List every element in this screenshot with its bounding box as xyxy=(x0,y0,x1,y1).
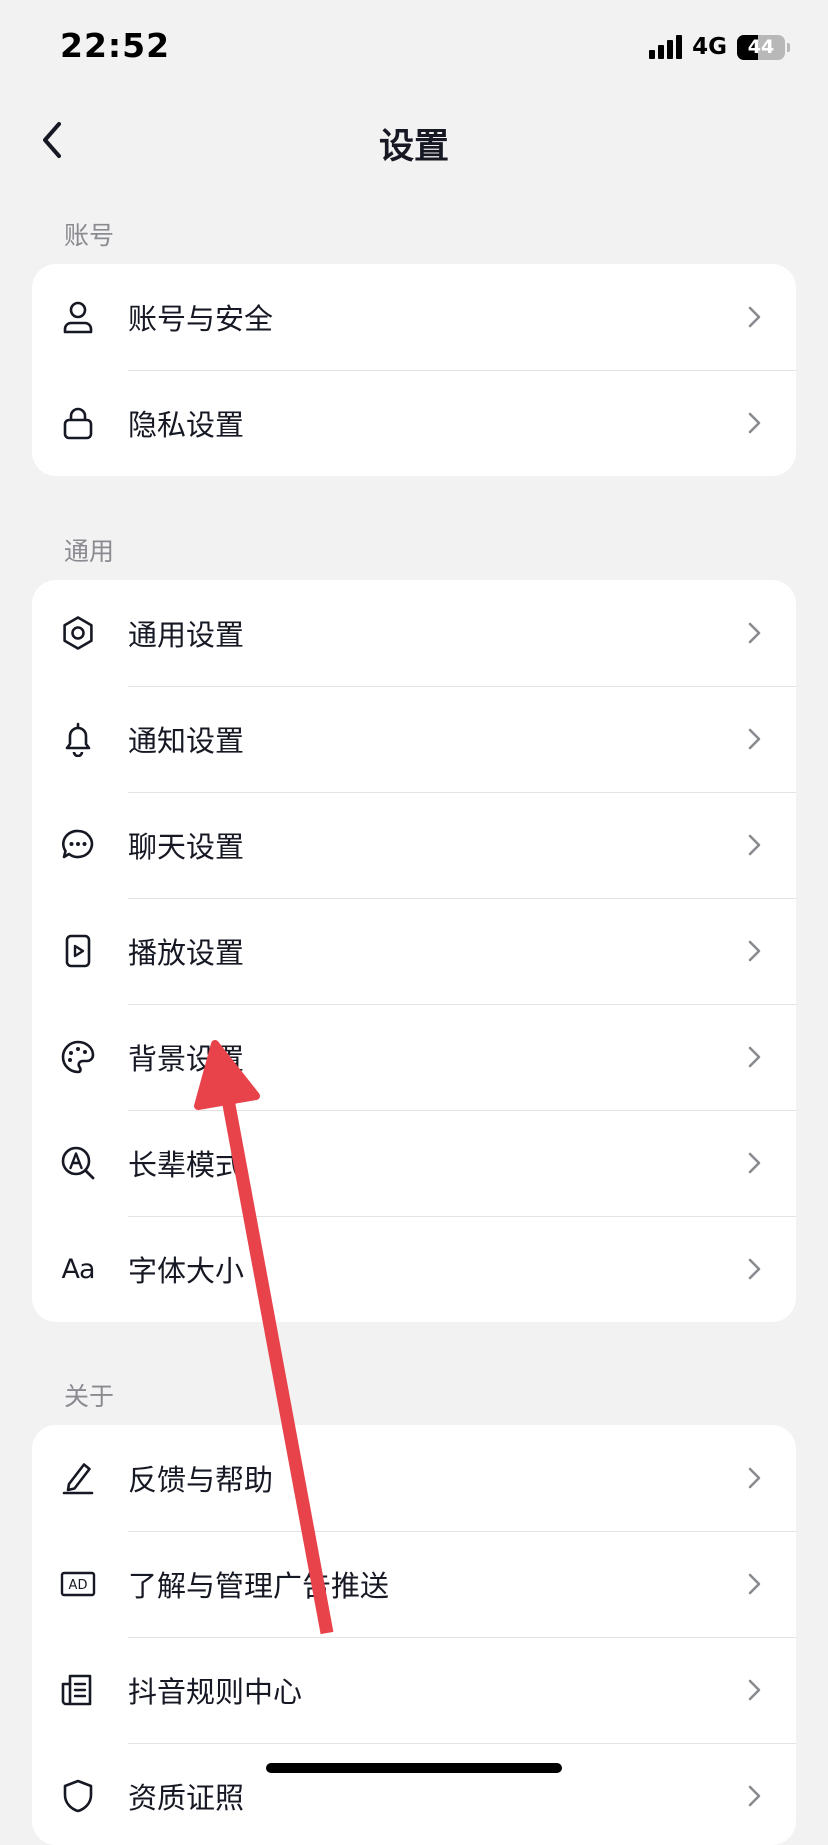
elder-mode-icon xyxy=(60,1145,96,1181)
settings-row-elder-mode[interactable]: 长辈模式 xyxy=(32,1110,796,1216)
settings-row-rules-center[interactable]: 抖音规则中心 xyxy=(32,1637,796,1743)
settings-row-label: 字体大小 xyxy=(128,1254,245,1288)
chevron-right-icon xyxy=(748,306,761,328)
settings-row-feedback[interactable]: 反馈与帮助 xyxy=(32,1425,796,1531)
chevron-right-icon xyxy=(748,1573,761,1595)
chat-bubble-icon xyxy=(60,827,96,863)
chevron-right-icon xyxy=(748,1046,761,1068)
chevron-right-icon xyxy=(748,834,761,856)
section-header-account: 账号 xyxy=(64,221,115,250)
settings-row-label: 通知设置 xyxy=(128,724,245,758)
settings-row-chat[interactable]: 聊天设置 xyxy=(32,792,796,898)
signal-icon xyxy=(649,35,683,59)
home-indicator xyxy=(266,1763,562,1773)
section-header-general: 通用 xyxy=(64,537,115,566)
settings-row-label: 资质证照 xyxy=(128,1781,245,1815)
chevron-right-icon xyxy=(748,1679,761,1701)
chevron-right-icon xyxy=(748,412,761,434)
chevron-right-icon xyxy=(748,1152,761,1174)
pencil-icon xyxy=(60,1460,96,1496)
general-card: 通用设置 通知设置 聊天设置 播放设置 背景设置 长辈模式 Aa 字体大小 xyxy=(32,580,796,1322)
settings-row-background[interactable]: 背景设置 xyxy=(32,1004,796,1110)
settings-row-playback[interactable]: 播放设置 xyxy=(32,898,796,1004)
chevron-right-icon xyxy=(748,622,761,644)
status-time: 22:52 xyxy=(60,26,171,65)
about-card: 反馈与帮助 AD 了解与管理广告推送 抖音规则中心 资质证照 xyxy=(32,1425,796,1845)
document-icon xyxy=(60,1672,96,1708)
page-title: 设置 xyxy=(378,127,449,167)
chevron-right-icon xyxy=(748,728,761,750)
ad-icon: AD xyxy=(60,1566,96,1602)
account-card: 账号与安全 隐私设置 xyxy=(32,264,796,476)
settings-row-font-size[interactable]: Aa 字体大小 xyxy=(32,1216,796,1322)
settings-row-label: 隐私设置 xyxy=(128,408,245,442)
chevron-right-icon xyxy=(748,1785,761,1807)
settings-row-general[interactable]: 通用设置 xyxy=(32,580,796,686)
settings-row-label: 背景设置 xyxy=(128,1042,245,1076)
settings-row-qualifications[interactable]: 资质证照 xyxy=(32,1743,796,1845)
battery-level: 44 xyxy=(747,36,775,58)
nav-bar: 设置 xyxy=(0,100,828,180)
chevron-right-icon xyxy=(748,940,761,962)
play-icon xyxy=(60,933,96,969)
settings-row-account-security[interactable]: 账号与安全 xyxy=(32,264,796,370)
font-size-icon: Aa xyxy=(60,1251,96,1287)
battery-icon: 44 xyxy=(737,34,785,60)
status-indicators: 4G 44 xyxy=(649,34,790,60)
settings-row-label: 长辈模式 xyxy=(128,1148,245,1182)
status-bar: 22:52 4G 44 xyxy=(0,0,828,100)
settings-row-label: 播放设置 xyxy=(128,936,245,970)
font-size-icon-text: Aa xyxy=(61,1253,95,1285)
chevron-right-icon xyxy=(748,1467,761,1489)
settings-row-label: 通用设置 xyxy=(128,618,245,652)
lock-icon xyxy=(60,405,96,441)
settings-row-privacy[interactable]: 隐私设置 xyxy=(32,370,796,476)
user-icon xyxy=(60,299,96,335)
palette-icon xyxy=(60,1039,96,1075)
settings-row-notification[interactable]: 通知设置 xyxy=(32,686,796,792)
settings-row-label: 聊天设置 xyxy=(128,830,245,864)
battery-cap xyxy=(787,42,790,52)
network-label: 4G xyxy=(692,34,727,60)
gear-icon xyxy=(60,615,96,651)
ad-icon-text: AD xyxy=(69,1578,88,1593)
chevron-right-icon xyxy=(748,1258,761,1280)
settings-row-label: 账号与安全 xyxy=(128,302,274,336)
settings-row-label: 了解与管理广告推送 xyxy=(128,1569,390,1603)
section-header-about: 关于 xyxy=(64,1382,115,1411)
settings-row-label: 抖音规则中心 xyxy=(128,1675,303,1709)
shield-icon xyxy=(60,1778,96,1814)
bell-icon xyxy=(60,721,96,757)
settings-row-ad-management[interactable]: AD 了解与管理广告推送 xyxy=(32,1531,796,1637)
settings-row-label: 反馈与帮助 xyxy=(128,1463,274,1497)
